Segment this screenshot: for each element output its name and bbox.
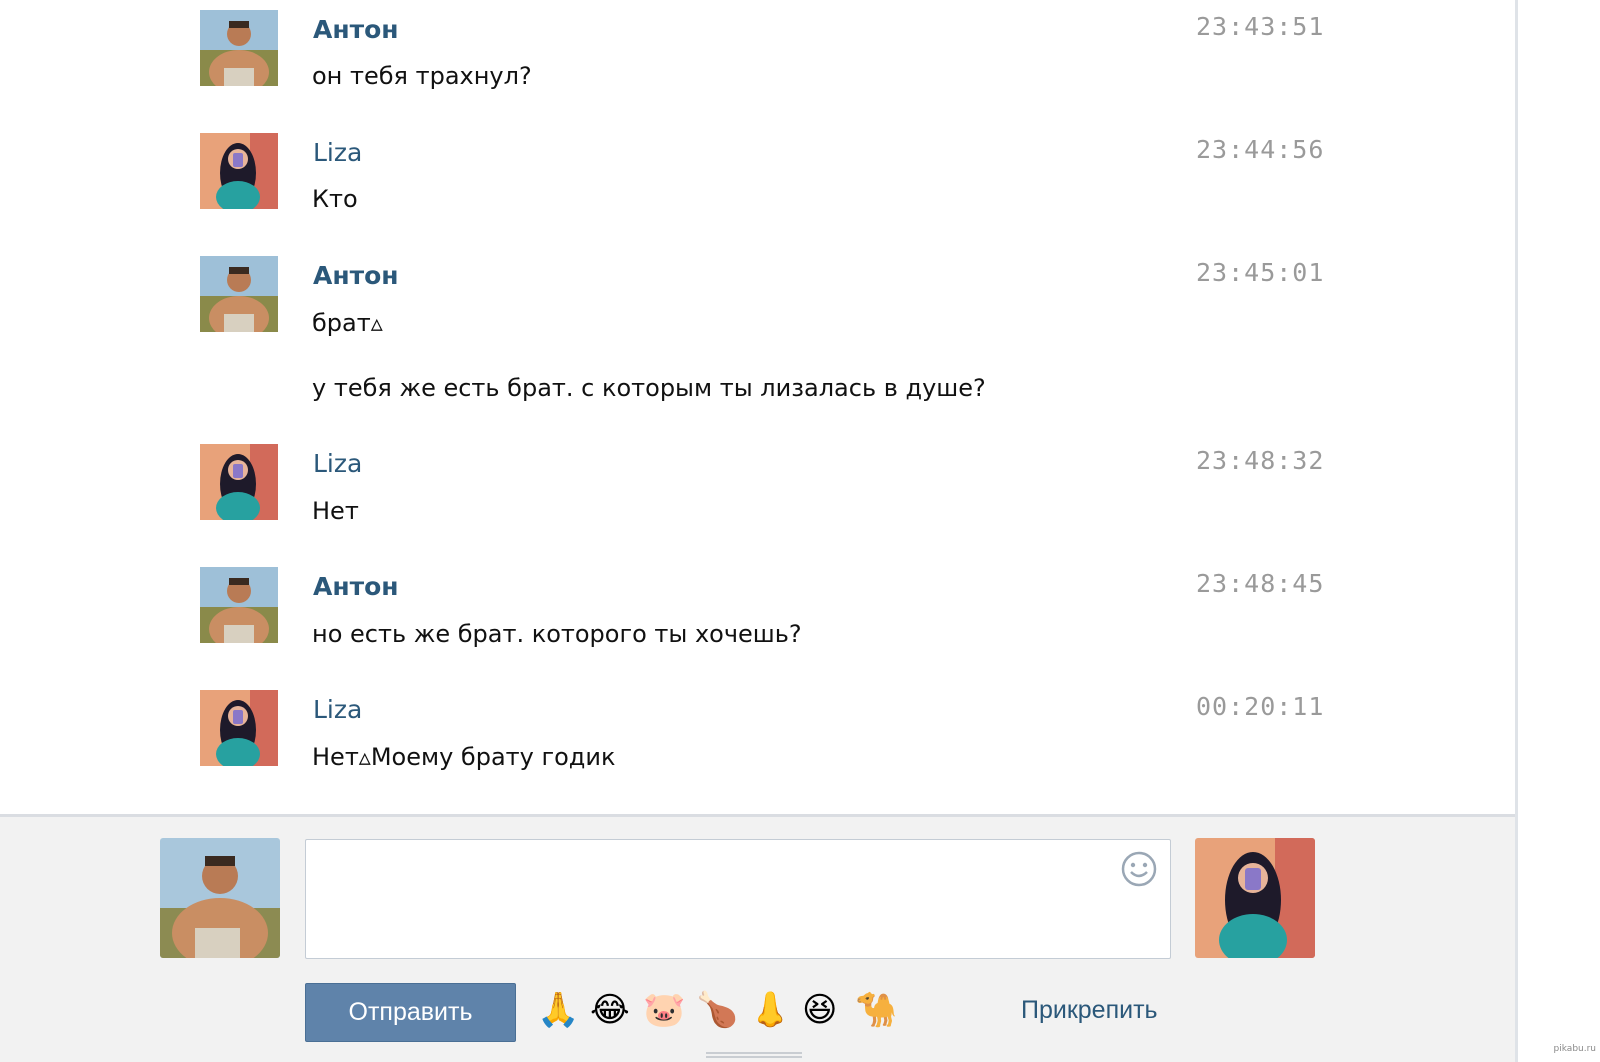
emoji-poultry-leg-icon[interactable]: 🍗 [696, 990, 738, 1030]
emoji-folded-hands-icon[interactable]: 🙏 [537, 990, 579, 1030]
avatar-liza[interactable] [200, 444, 278, 520]
message-text: но есть же брат. которого ты хочешь? [312, 620, 802, 648]
message-time: 00:20:11 [1196, 692, 1325, 721]
avatar-anton[interactable] [200, 256, 278, 332]
avatar-liza[interactable] [200, 690, 278, 766]
emoji-laughing-icon[interactable]: 😆 [802, 990, 837, 1030]
message-text: Кто [312, 185, 358, 213]
send-button[interactable]: Отправить [305, 983, 516, 1042]
message-author[interactable]: Liza [313, 138, 362, 167]
message-time: 23:48:32 [1196, 446, 1325, 475]
resize-handle[interactable] [706, 1052, 802, 1058]
message-time: 23:43:51 [1196, 12, 1325, 41]
emoji-picker-icon[interactable] [1120, 850, 1158, 888]
message-time: 23:44:56 [1196, 135, 1325, 164]
message-text: Нет [312, 497, 359, 525]
emoji-pig-icon[interactable]: 🐷 [643, 990, 685, 1030]
emoji-nose-icon[interactable]: 👃 [749, 990, 791, 1030]
message-author[interactable]: Антон [313, 572, 399, 601]
message-author[interactable]: Антон [313, 15, 399, 44]
chat-window: Антон 23:43:51 он тебя трахнул? Liza 23:… [0, 0, 1515, 1062]
avatar-anton[interactable] [200, 567, 278, 643]
message-text: Нет▵Моему брату годик [312, 743, 616, 771]
avatar-anton[interactable] [200, 10, 278, 86]
right-panel: pikabu.ru [1518, 0, 1600, 1062]
message-text: у тебя же есть брат. с которым ты лизала… [312, 374, 986, 402]
emoji-camel-icon[interactable]: 🐪 [855, 990, 897, 1030]
message-author[interactable]: Liza [313, 449, 362, 478]
message-text: брат▵ [312, 309, 383, 337]
message-input[interactable] [305, 839, 1171, 959]
avatar-liza[interactable] [200, 133, 278, 209]
message-text: он тебя трахнул? [312, 62, 532, 90]
my-avatar[interactable] [160, 838, 280, 958]
recipient-avatar[interactable] [1195, 838, 1315, 958]
message-time: 23:48:45 [1196, 569, 1325, 598]
message-time: 23:45:01 [1196, 258, 1325, 287]
message-author[interactable]: Liza [313, 695, 362, 724]
message-author[interactable]: Антон [313, 261, 399, 290]
attach-link[interactable]: Прикрепить [1021, 996, 1158, 1025]
emoji-tears-of-joy-icon[interactable]: 😂 [590, 990, 630, 1030]
watermark: pikabu.ru [1553, 1044, 1596, 1054]
